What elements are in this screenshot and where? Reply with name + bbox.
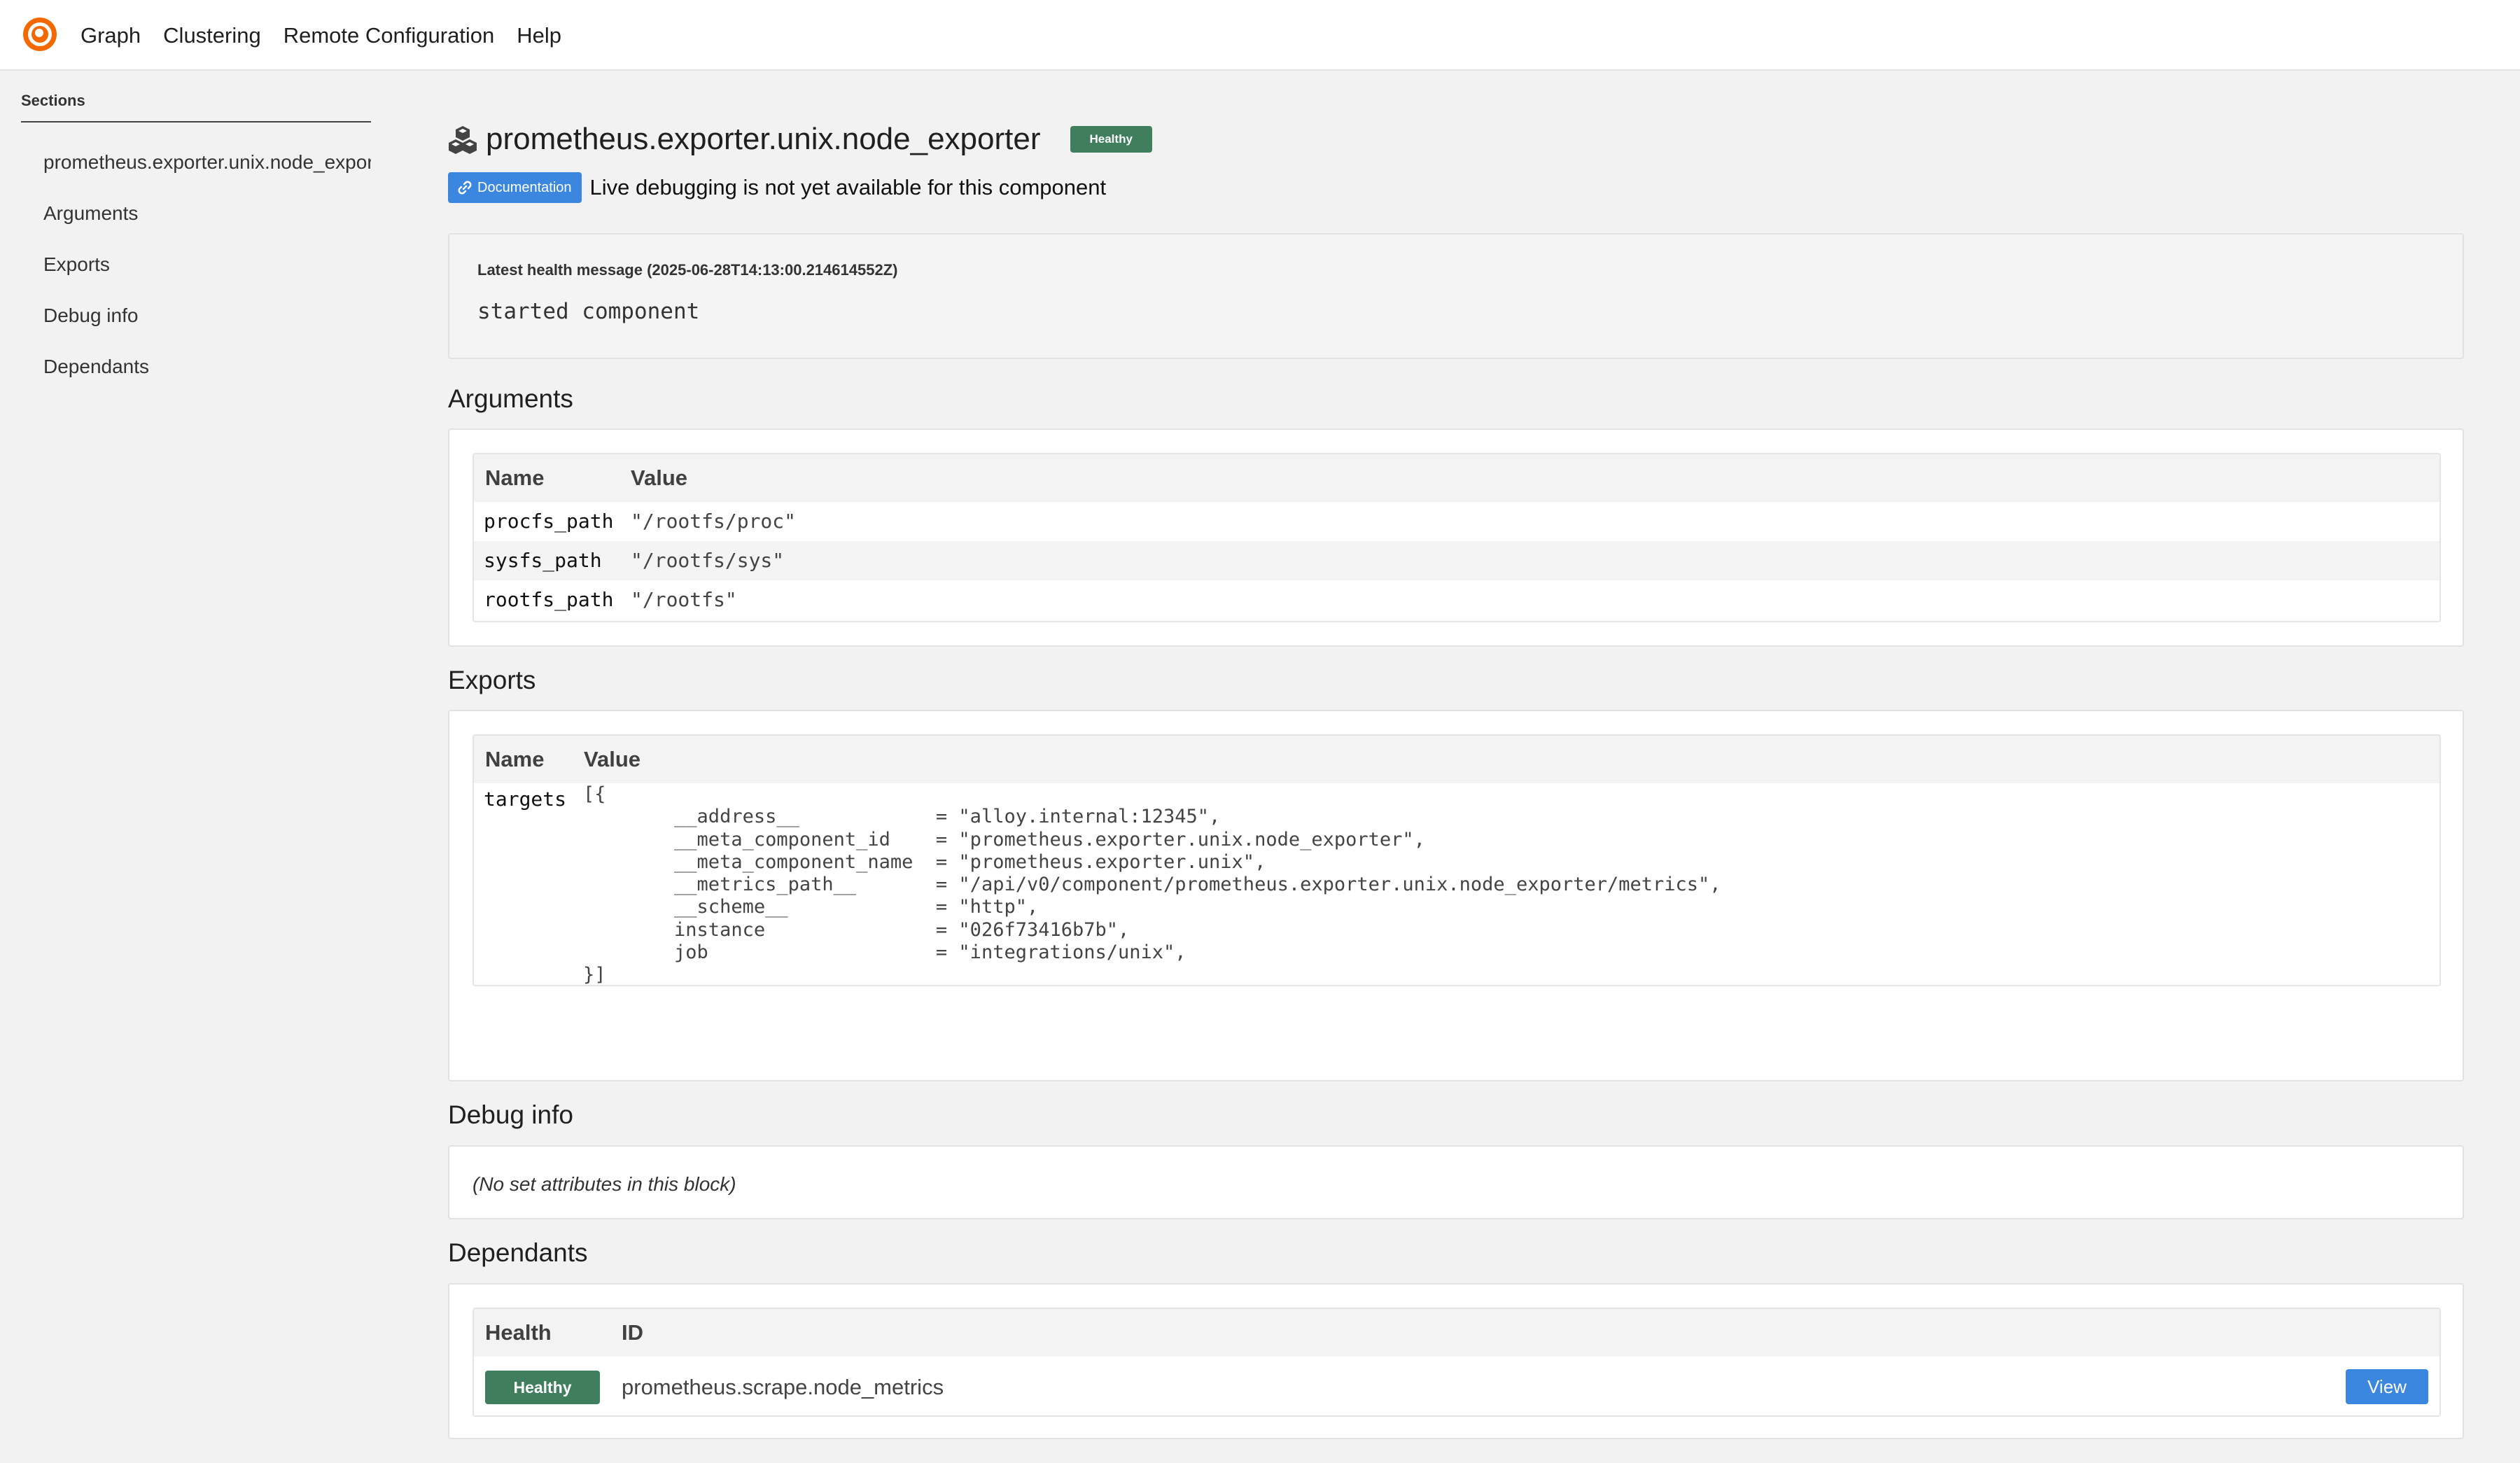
col-name: Name [485,465,545,490]
sidebar-title: Sections [21,92,371,122]
table-row: targets [{ __address__ = "alloy.internal… [474,783,2440,986]
col-health: Health [485,1320,552,1345]
table-header: Health ID [474,1309,2440,1357]
exports-table: Name Value targets [{ __address__ = "all… [472,734,2441,986]
exports-card: Name Value targets [{ __address__ = "all… [448,710,2464,1082]
sidebar-item-debug-info[interactable]: Debug info [21,290,371,341]
col-value: Value [631,465,687,490]
health-message-text: started component [477,299,700,324]
export-name: targets [484,788,567,811]
sidebar-item-component[interactable]: prometheus.exporter.unix.node_exporter [21,136,371,188]
nav-graph[interactable]: Graph [80,23,141,48]
cubes-icon [449,126,477,154]
arguments-card: Name Value procfs_path "/rootfs/proc" sy… [448,428,2464,647]
health-status-badge: Healthy [1070,126,1152,153]
sidebar-item-dependants[interactable]: Dependants [21,341,371,392]
dependant-id: prometheus.scrape.node_metrics [622,1375,944,1399]
table-header: Name Value [474,736,2440,783]
nav-clustering[interactable]: Clustering [163,23,261,48]
debug-info-card: (No set attributes in this block) [448,1145,2464,1219]
table-row: rootfs_path "/rootfs" [474,580,2440,620]
health-message-label: Latest health message (2025-06-28T14:13:… [477,261,898,279]
nav-remote-configuration[interactable]: Remote Configuration [284,23,495,48]
sidebar-item-arguments[interactable]: Arguments [21,188,371,239]
arguments-table: Name Value procfs_path "/rootfs/proc" sy… [472,453,2441,622]
arg-name: rootfs_path [484,588,614,611]
export-value: [{ __address__ = "alloy.internal:12345",… [583,783,1721,986]
arg-name: procfs_path [484,510,614,533]
arg-value: "/rootfs/sys" [631,549,785,572]
link-icon [458,181,472,195]
sidebar-items: prometheus.exporter.unix.node_exporter A… [21,136,371,392]
table-row: Healthy prometheus.scrape.node_metrics V… [474,1357,2440,1415]
dependant-health-badge: Healthy [485,1371,600,1404]
debug-info-heading: Debug info [448,1100,573,1129]
table-row: sysfs_path "/rootfs/sys" [474,541,2440,580]
arguments-heading: Arguments [448,384,573,413]
top-navbar: Graph Clustering Remote Configuration He… [0,0,2520,71]
page-title: prometheus.exporter.unix.node_exporter [486,122,1041,156]
subheader: Documentation Live debugging is not yet … [448,172,1106,203]
arg-value: "/rootfs" [631,588,737,611]
sections-sidebar: Sections prometheus.exporter.unix.node_e… [21,71,371,392]
dependants-card: Health ID Healthy prometheus.scrape.node… [448,1283,2464,1439]
col-id: ID [622,1320,643,1345]
dependants-table: Health ID Healthy prometheus.scrape.node… [472,1308,2441,1417]
sidebar-item-exports[interactable]: Exports [21,239,371,290]
debug-info-note: (No set attributes in this block) [472,1173,736,1195]
component-header: prometheus.exporter.unix.node_exporter H… [448,118,2464,160]
dependants-heading: Dependants [448,1238,588,1267]
table-header: Name Value [474,454,2440,502]
documentation-button[interactable]: Documentation [448,172,582,203]
col-name: Name [485,747,545,771]
table-row: procfs_path "/rootfs/proc" [474,502,2440,541]
exports-heading: Exports [448,666,536,694]
view-button[interactable]: View [2346,1369,2428,1404]
nav-links: Graph Clustering Remote Configuration He… [80,0,584,71]
health-message-box: Latest health message (2025-06-28T14:13:… [448,233,2464,359]
nav-help[interactable]: Help [517,23,561,48]
alloy-logo-icon[interactable] [21,15,59,53]
live-debugging-note: Live debugging is not yet available for … [589,175,1107,200]
arg-name: sysfs_path [484,549,602,572]
col-value: Value [584,747,640,771]
documentation-label: Documentation [477,180,572,195]
arg-value: "/rootfs/proc" [631,510,797,533]
